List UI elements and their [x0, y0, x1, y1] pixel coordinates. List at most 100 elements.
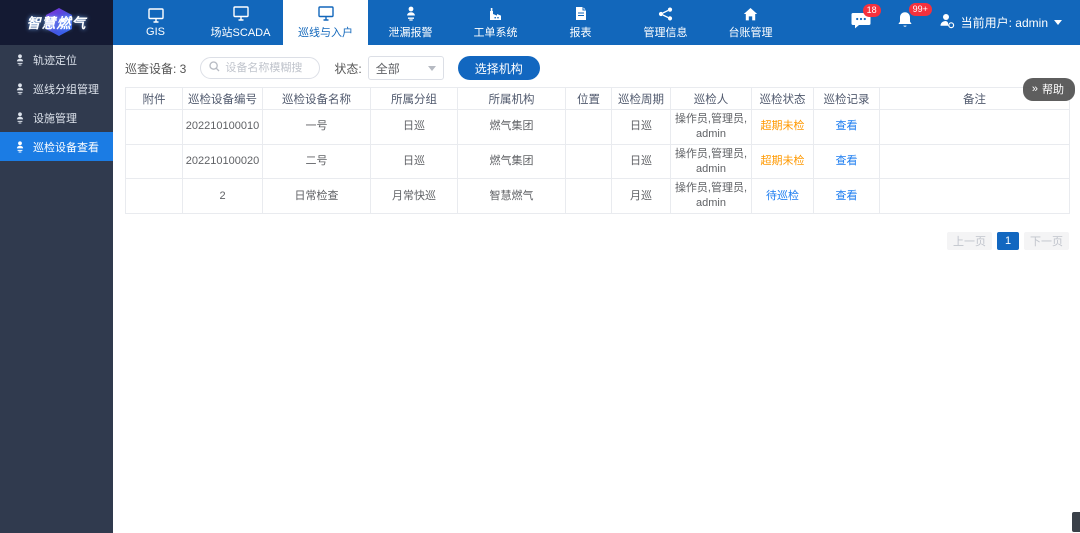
cell-device-no: 2: [182, 178, 263, 215]
notification-count-badge: 99+: [908, 3, 932, 16]
cell-inspector: 操作员,管理员,admin: [670, 178, 752, 215]
cell-cycle: 月巡: [611, 178, 671, 215]
status-select-value: 全部: [375, 61, 400, 76]
current-page-button[interactable]: 1: [997, 232, 1019, 251]
caret-down-icon: [427, 65, 436, 71]
document-icon: [575, 5, 587, 21]
status-badge: 超期未检: [751, 143, 814, 180]
cell-location: [565, 178, 612, 215]
user-icon: [939, 13, 955, 32]
double-arrow-icon: »: [1031, 83, 1038, 95]
table-row: 202210100020 二号 日巡 燃气集团 日巡 操作员,管理员,admin…: [125, 143, 1070, 180]
sidebar-item-inspection-device-view[interactable]: 巡检设备查看: [0, 132, 113, 161]
sidebar-item-patrol-group-mgmt[interactable]: 巡线分组管理: [0, 74, 113, 103]
cell-device-name: 日常检查: [262, 178, 371, 215]
cell-group: 月常快巡: [370, 178, 458, 215]
table-header-row: 附件 巡检设备编号 巡检设备名称 所属分组 所属机构 位置 巡检周期 巡检人 巡…: [125, 87, 1070, 110]
person-pin-icon: [15, 53, 25, 66]
cell-device-no: 202210100010: [182, 109, 263, 145]
inspection-device-table: 附件 巡检设备编号 巡检设备名称 所属分组 所属机构 位置 巡检周期 巡检人 巡…: [125, 87, 1070, 215]
help-button[interactable]: » 帮助: [1022, 78, 1075, 101]
status-label: 状态:: [334, 61, 362, 76]
sidebar-item-label: 巡检设备查看: [33, 141, 99, 154]
nav-item-label: 巡线与入户: [298, 27, 353, 39]
top-navigation-bar: 智慧燃气 GIS 场站SCADA 巡线与入户 泄漏报警 工单系统 报表 管理信息…: [0, 0, 1080, 45]
search-input[interactable]: [225, 62, 312, 74]
message-count-badge: 18: [862, 3, 881, 17]
caret-down-icon: [1054, 20, 1062, 25]
cell-org: 燃气集团: [457, 143, 566, 180]
cell-remark: [879, 109, 1070, 145]
cell-inspector: 操作员,管理员,admin: [670, 143, 752, 180]
scrollbar-thumb[interactable]: [1072, 512, 1080, 532]
select-organization-button[interactable]: 选择机构: [457, 56, 540, 80]
notifications-button[interactable]: 99+: [897, 3, 932, 34]
help-button-label: 帮助: [1042, 84, 1064, 96]
nav-item-work-order[interactable]: 工单系统: [453, 0, 538, 45]
current-user-label: 当前用户: admin: [960, 16, 1048, 30]
nav-item-label: 工单系统: [473, 27, 518, 39]
nav-item-label: 场站SCADA: [210, 27, 271, 39]
sidebar: 轨迹定位 巡线分组管理 设施管理 巡检设备查看: [0, 45, 113, 533]
col-header-inspector: 巡检人: [670, 87, 752, 110]
col-header-attachment: 附件: [125, 87, 183, 110]
prev-page-button[interactable]: 上一页: [947, 232, 992, 251]
person-pin-icon: [15, 82, 25, 95]
cell-device-name: 二号: [262, 143, 371, 180]
cell-remark: [879, 178, 1070, 215]
cell-cycle: 日巡: [611, 143, 671, 180]
nav-item-management-info[interactable]: 管理信息: [623, 0, 708, 45]
sidebar-item-facility-mgmt[interactable]: 设施管理: [0, 103, 113, 132]
pagination: 上一页 1 下一页: [125, 232, 1069, 251]
current-user-menu[interactable]: 当前用户: admin: [939, 13, 1062, 32]
nav-item-gis[interactable]: GIS: [113, 0, 198, 45]
monitor-icon: [317, 5, 334, 21]
logo-text: 智慧燃气: [26, 14, 87, 31]
view-record-link[interactable]: 查看: [813, 109, 880, 145]
messages-button[interactable]: 18: [851, 3, 881, 34]
col-header-group: 所属分组: [370, 87, 458, 110]
topnav-right-area: 18 99+ 当前用户: admin: [851, 0, 1080, 45]
person-pin-icon: [404, 5, 418, 21]
monitor-icon: [232, 5, 249, 21]
device-search-box[interactable]: [200, 57, 321, 79]
col-header-record: 巡检记录: [813, 87, 880, 110]
nav-item-report[interactable]: 报表: [538, 0, 623, 45]
nav-item-station-scada[interactable]: 场站SCADA: [198, 0, 283, 45]
nav-item-label: 台账管理: [728, 27, 773, 39]
cell-group: 日巡: [370, 143, 458, 180]
search-icon: [209, 61, 220, 75]
bell-icon: [897, 11, 913, 34]
col-header-cycle: 巡检周期: [611, 87, 671, 110]
nav-item-leak-alarm[interactable]: 泄漏报警: [368, 0, 453, 45]
col-header-device-name: 巡检设备名称: [262, 87, 371, 110]
status-badge: 超期未检: [751, 109, 814, 145]
status-badge: 待巡检: [751, 178, 814, 215]
cell-group: 日巡: [370, 109, 458, 145]
sidebar-item-label: 巡线分组管理: [33, 83, 99, 96]
nav-item-ledger[interactable]: 台账管理: [708, 0, 793, 45]
col-header-device-no: 巡检设备编号: [182, 87, 263, 110]
next-page-button[interactable]: 下一页: [1024, 232, 1069, 251]
status-select[interactable]: 全部: [367, 56, 444, 80]
share-icon: [658, 5, 673, 21]
filter-toolbar: 巡查设备: 3 状态: 全部 选择机构: [113, 45, 1080, 87]
main-content: » 帮助 巡查设备: 3 状态: 全部 选择机构 附件 巡检设备编号 巡检设备名…: [113, 45, 1080, 533]
cell-location: [565, 143, 612, 180]
monitor-icon: [147, 7, 164, 23]
nav-item-patrol-entry[interactable]: 巡线与入户: [283, 0, 368, 45]
view-record-link[interactable]: 查看: [813, 178, 880, 215]
view-record-link[interactable]: 查看: [813, 143, 880, 180]
cell-remark: [879, 143, 1070, 180]
col-header-location: 位置: [565, 87, 612, 110]
cell-org: 燃气集团: [457, 109, 566, 145]
nav-item-label: GIS: [146, 26, 165, 38]
device-count-label: 巡查设备: 3: [125, 61, 187, 76]
sidebar-item-track-location[interactable]: 轨迹定位: [0, 45, 113, 74]
status-filter-group: 状态: 全部: [334, 56, 444, 80]
person-pin-icon: [15, 140, 25, 153]
cell-inspector: 操作员,管理员,admin: [670, 109, 752, 145]
cell-attachment: [125, 109, 183, 145]
home-icon: [743, 5, 758, 21]
